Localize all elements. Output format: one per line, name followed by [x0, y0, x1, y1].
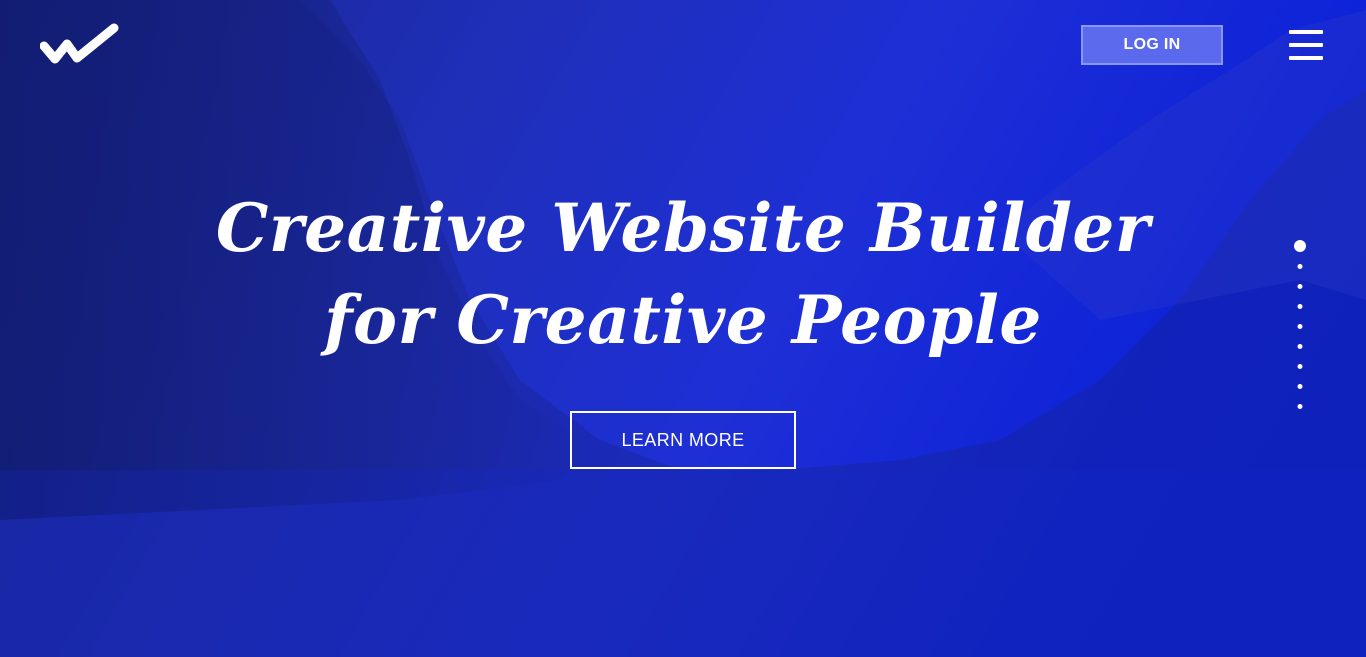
hamburger-menu-icon[interactable] [1289, 29, 1323, 61]
slide-pagination [1290, 240, 1310, 415]
slide-dot[interactable] [1294, 240, 1306, 252]
slide-dot[interactable] [1297, 404, 1303, 409]
headline-line-1: Creative Website Builder [215, 189, 1151, 267]
login-button[interactable]: LOG IN [1081, 25, 1223, 65]
slide-dot[interactable] [1297, 364, 1303, 369]
headline-line-2: for Creative People [324, 281, 1042, 359]
slide-dot[interactable] [1297, 264, 1303, 269]
slide-dot[interactable] [1297, 344, 1303, 349]
slide-dot[interactable] [1297, 304, 1303, 309]
hero-headline: Creative Website Builder for Creative Pe… [0, 182, 1366, 366]
logo-icon[interactable] [39, 22, 120, 66]
slide-dot[interactable] [1297, 284, 1303, 289]
learn-more-button[interactable]: LEARN MORE [570, 411, 796, 469]
slide-dot[interactable] [1297, 324, 1303, 329]
slide-dot[interactable] [1297, 384, 1303, 389]
